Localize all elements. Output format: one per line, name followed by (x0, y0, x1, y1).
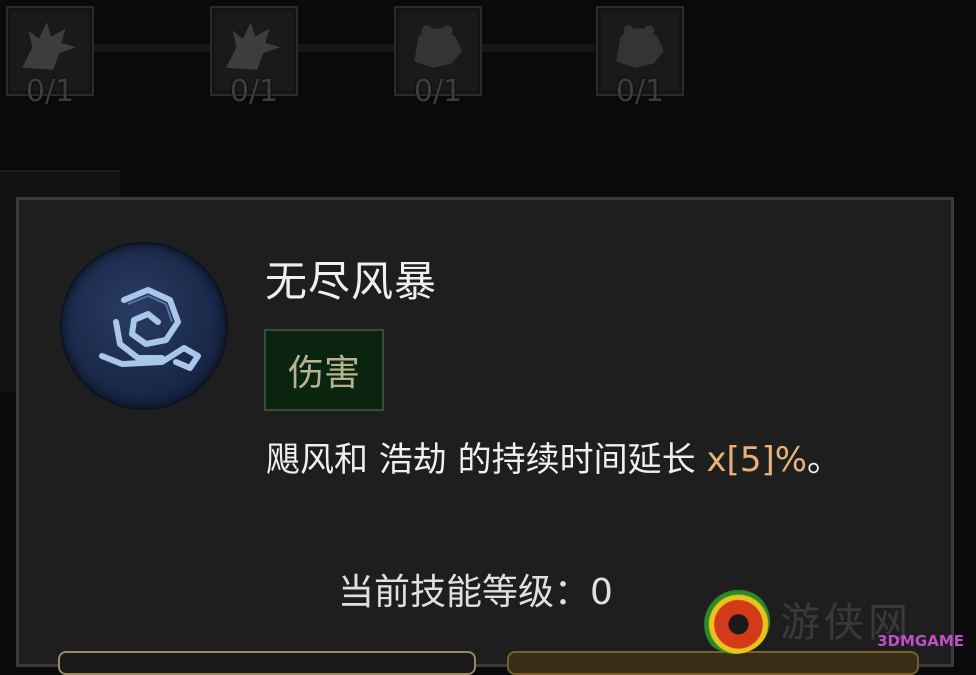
node-count: 0/1 (25, 74, 75, 109)
node-connector (480, 44, 596, 52)
watermark: 游侠网 3DMGAME (700, 584, 970, 656)
damage-tag: 伤害 (264, 329, 384, 411)
bear-icon (616, 25, 664, 68)
storm-swirl-icon (62, 244, 226, 408)
left-action-button[interactable] (58, 651, 476, 675)
wolf-icon (226, 22, 280, 70)
wolf-icon (22, 22, 76, 70)
node-connector (296, 44, 394, 52)
skill-node-4[interactable]: 0/1 (596, 6, 684, 109)
current-skill-level: 当前技能等级：0 (338, 572, 613, 613)
description-value: x[5]% (706, 440, 808, 480)
skill-node-3[interactable]: 0/1 (394, 6, 482, 109)
node-count: 0/1 (413, 74, 463, 109)
node-count: 0/1 (615, 74, 665, 109)
description-suffix: 。 (807, 440, 842, 480)
skill-node-2[interactable]: 0/1 (210, 6, 298, 109)
skill-description: 飓风和 浩劫 的持续时间延长 x[5]%。 (266, 432, 841, 481)
node-count: 0/1 (229, 74, 279, 109)
skill-node-1[interactable]: 0/1 (6, 6, 94, 109)
node-connector (92, 44, 210, 52)
storm-swirl-glyph (99, 287, 201, 371)
skill-title: 无尽风暴 (265, 257, 438, 306)
watermark-logo-icon (700, 588, 770, 654)
skill-tree-row: 0/1 0/1 0/1 0/1 (0, 0, 976, 110)
bear-icon (414, 25, 462, 68)
description-text: 飓风和 浩劫 的持续时间延长 (266, 440, 707, 480)
watermark-brand: 3DMGAME (877, 632, 964, 650)
